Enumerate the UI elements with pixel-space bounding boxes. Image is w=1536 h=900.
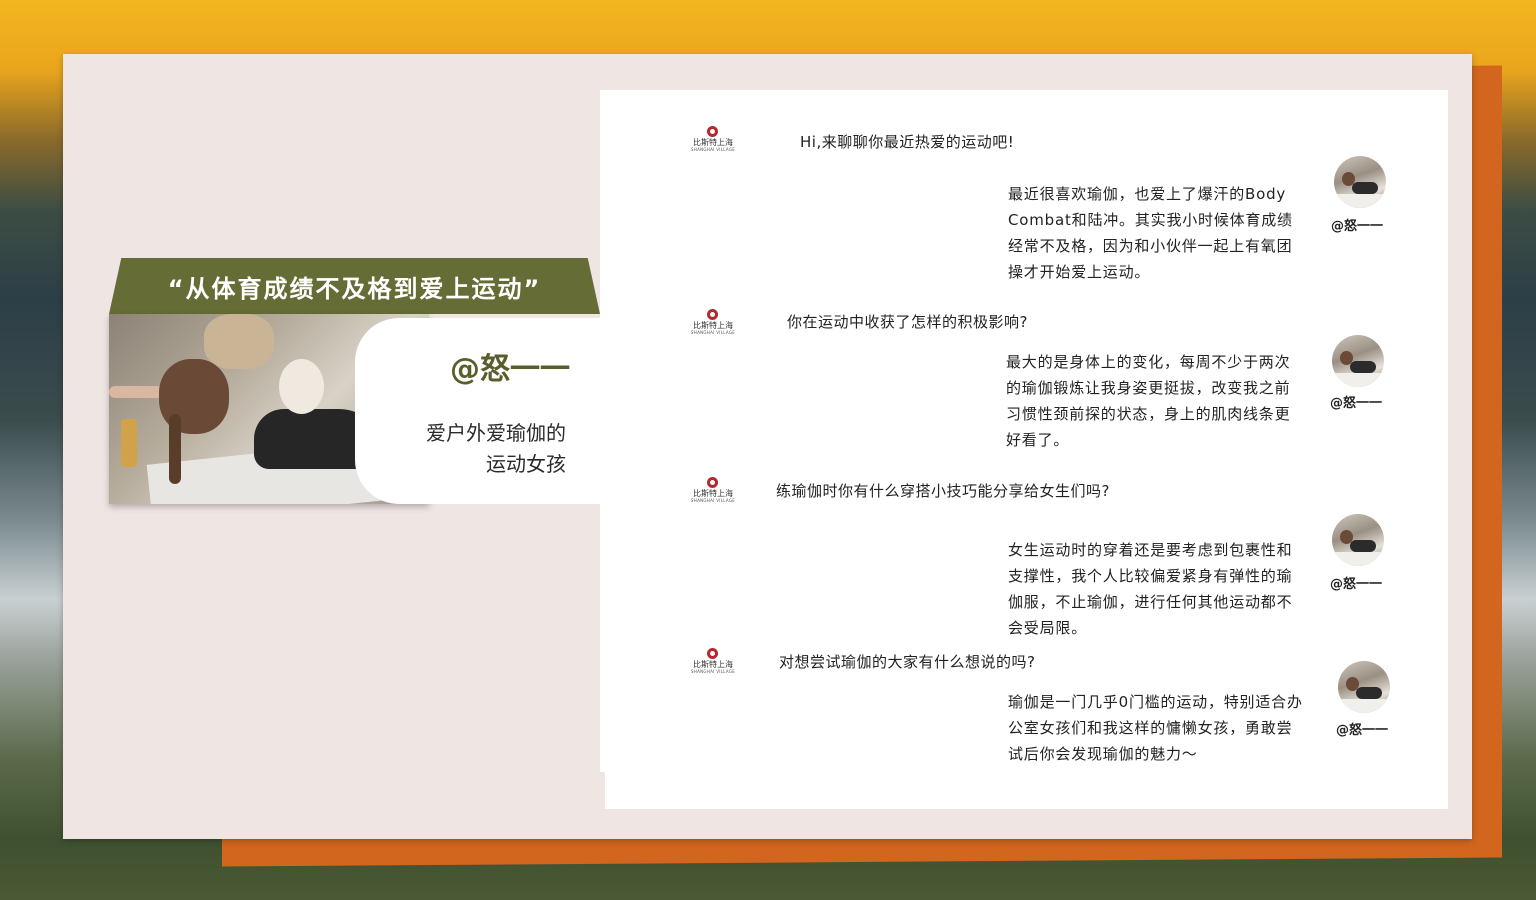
quote-banner: “从体育成绩不及格到爱上运动”	[109, 258, 600, 314]
avatar	[1332, 335, 1384, 387]
interview-question: 你在运动中收获了怎样的积极影响?	[787, 313, 1028, 331]
brand-logo-icon: 比斯特上海 SHANGHAI VILLAGE	[688, 648, 738, 674]
profile-desc-line: 爱户外爱瑜伽的	[426, 421, 566, 445]
profile-description: 爱户外爱瑜伽的 运动女孩	[366, 418, 566, 480]
interview-question: Hi,来聊聊你最近热爱的运动吧!	[800, 133, 1015, 151]
profile-desc-line: 运动女孩	[486, 452, 566, 476]
interview-answer: 最大的是身体上的变化，每周不少于两次 的瑜伽锻炼让我身姿更挺拔，改变我之前 习惯…	[1006, 353, 1291, 449]
profile-info-card: @怒一一 爱户外爱瑜伽的 运动女孩	[355, 318, 600, 504]
user-handle: @怒一一	[1330, 577, 1383, 592]
user-handle: @怒一一	[1336, 723, 1389, 738]
quote-text: “从体育成绩不及格到爱上运动”	[167, 274, 542, 303]
interview-answer: 女生运动时的穿着还是要考虑到包裹性和 支撑性，我个人比较偏爱紧身有弹性的瑜 伽服…	[1008, 541, 1293, 637]
profile-name: @怒一一	[450, 352, 570, 387]
interview-question: 练瑜伽时你有什么穿搭小技巧能分享给女生们吗?	[776, 482, 1110, 500]
avatar	[1338, 661, 1390, 713]
brand-logo-icon: 比斯特上海 SHANGHAI VILLAGE	[688, 309, 738, 335]
interview-answer: 瑜伽是一门几乎0门槛的运动，特别适合办 公室女孩们和我这样的慵懒女孩，勇敢尝 试…	[1008, 693, 1303, 763]
interview-answer: 最近很喜欢瑜伽，也爱上了爆汗的Body Combat和陆冲。其实我小时候体育成绩…	[1008, 185, 1293, 281]
user-handle: @怒一一	[1330, 396, 1383, 411]
avatar	[1334, 156, 1386, 208]
avatar	[1332, 514, 1384, 566]
brand-logo-icon: 比斯特上海 SHANGHAI VILLAGE	[688, 126, 738, 152]
interview-question: 对想尝试瑜伽的大家有什么想说的吗?	[779, 653, 1036, 671]
brand-logo-icon: 比斯特上海 SHANGHAI VILLAGE	[688, 477, 738, 503]
user-handle: @怒一一	[1331, 219, 1384, 234]
